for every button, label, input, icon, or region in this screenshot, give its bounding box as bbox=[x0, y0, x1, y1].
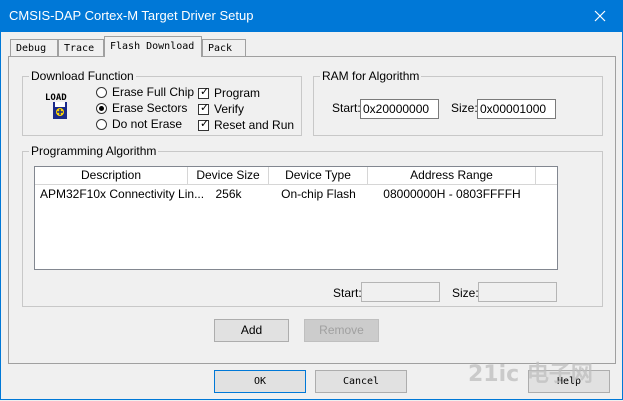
algo-start-label: Start: bbox=[333, 286, 362, 300]
erase-sectors-label: Erase Sectors bbox=[112, 101, 188, 115]
ok-button[interactable]: OK bbox=[214, 370, 306, 393]
column-header-device-type[interactable]: Device Type bbox=[269, 167, 368, 185]
program-checkbox[interactable]: ✓ bbox=[198, 86, 210, 99]
column-header-address-range[interactable]: Address Range bbox=[368, 167, 536, 185]
column-header-description[interactable]: Description bbox=[35, 167, 188, 185]
erase-sectors-radio[interactable] bbox=[96, 103, 107, 114]
ram-start-label: Start: bbox=[332, 101, 361, 115]
watermark: 21ic 电子网 bbox=[468, 362, 593, 387]
tab-trace[interactable]: Trace bbox=[58, 39, 104, 56]
ram-start-field[interactable]: 0x20000000 bbox=[360, 99, 439, 119]
row-device-type: On-chip Flash bbox=[281, 187, 356, 201]
algo-start-field[interactable] bbox=[361, 282, 440, 302]
algorithm-list[interactable]: Description Device Size Device Type Addr… bbox=[34, 166, 558, 270]
load-icon-text: LOAD bbox=[45, 93, 67, 103]
download-function-title: Download Function bbox=[29, 69, 136, 83]
erase-full-chip-radio[interactable] bbox=[96, 87, 107, 98]
close-button[interactable] bbox=[577, 0, 623, 32]
column-header-filler bbox=[536, 167, 557, 185]
do-not-erase-label: Do not Erase bbox=[112, 117, 183, 131]
tab-pack[interactable]: Pack bbox=[202, 39, 246, 56]
ram-size-field[interactable]: 0x00001000 bbox=[477, 99, 556, 119]
table-row[interactable]: APM32F10x Connectivity Lin... 256k On-ch… bbox=[35, 185, 557, 202]
do-not-erase-radio[interactable] bbox=[96, 119, 107, 130]
add-button[interactable]: Add bbox=[214, 319, 289, 342]
row-address-range: 08000000H - 0803FFFFH bbox=[383, 187, 521, 201]
row-device-size: 256k bbox=[215, 187, 242, 201]
title-bar: CMSIS-DAP Cortex-M Target Driver Setup bbox=[0, 0, 623, 32]
algo-size-label: Size: bbox=[452, 286, 479, 300]
row-description: APM32F10x Connectivity Lin... bbox=[40, 187, 205, 201]
tab-trace-label: Trace bbox=[64, 43, 95, 54]
load-icon: LOAD bbox=[44, 91, 76, 121]
column-header-device-size[interactable]: Device Size bbox=[188, 167, 269, 185]
check-icon: ✓ bbox=[200, 102, 210, 114]
tab-debug-label: Debug bbox=[16, 43, 47, 54]
cancel-button[interactable]: Cancel bbox=[315, 370, 407, 393]
ram-for-algorithm-title: RAM for Algorithm bbox=[320, 69, 422, 83]
check-icon: ✓ bbox=[200, 118, 210, 130]
programming-algorithm-title: Programming Algorithm bbox=[29, 144, 159, 158]
reset-and-run-checkbox[interactable]: ✓ bbox=[198, 118, 210, 131]
verify-checkbox[interactable]: ✓ bbox=[198, 102, 210, 115]
algo-size-field[interactable] bbox=[478, 282, 557, 302]
ram-size-label: Size: bbox=[451, 101, 478, 115]
erase-full-chip-label: Erase Full Chip bbox=[112, 85, 195, 99]
tab-flash-download-label: Flash Download bbox=[110, 41, 195, 52]
tab-flash-download[interactable]: Flash Download bbox=[104, 36, 202, 57]
verify-label: Verify bbox=[214, 102, 245, 116]
window-title: CMSIS-DAP Cortex-M Target Driver Setup bbox=[9, 8, 254, 23]
close-icon bbox=[594, 10, 606, 22]
reset-and-run-label: Reset and Run bbox=[214, 118, 295, 132]
tab-debug[interactable]: Debug bbox=[10, 39, 58, 56]
program-label: Program bbox=[214, 86, 261, 100]
remove-button[interactable]: Remove bbox=[304, 319, 379, 342]
check-icon: ✓ bbox=[200, 86, 210, 98]
tab-pack-label: Pack bbox=[208, 43, 233, 54]
